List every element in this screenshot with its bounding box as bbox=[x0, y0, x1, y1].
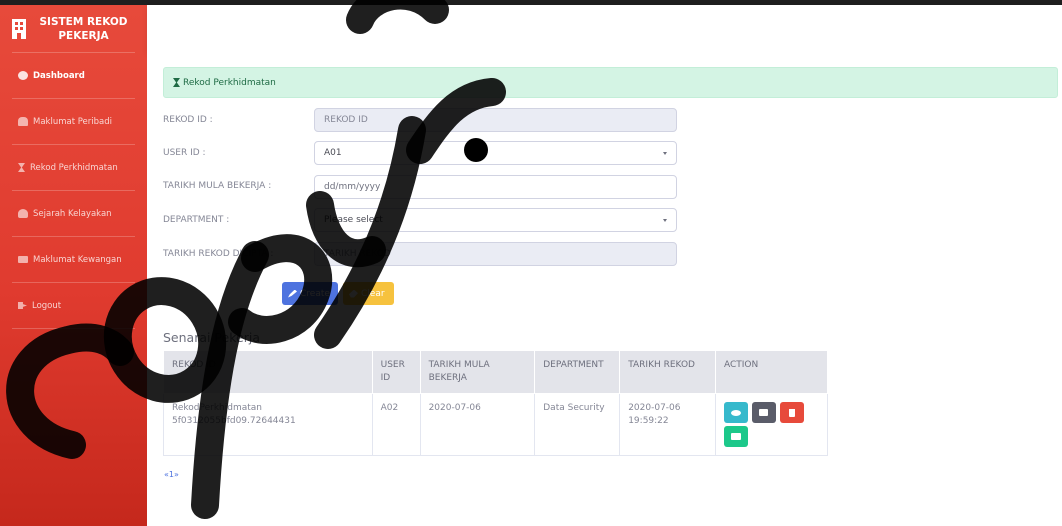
edit-button[interactable] bbox=[751, 402, 776, 423]
tarikh-rekod-placeholder: TARIKH REKOD bbox=[324, 249, 391, 259]
money-icon bbox=[18, 256, 28, 263]
column-header: TARIKH REKOD bbox=[619, 350, 716, 394]
rekod-id-input[interactable]: REKOD ID bbox=[314, 108, 677, 132]
edit-icon bbox=[759, 409, 769, 416]
print-icon bbox=[730, 433, 741, 440]
sidebar-item-label: Dashboard bbox=[33, 70, 85, 81]
rekod-id-label: REKOD ID : bbox=[163, 115, 213, 125]
table-row: RekodPerkhidmatan 5f0312055bfd09.7264443… bbox=[163, 393, 829, 456]
sidebar-item-logout[interactable]: Logout bbox=[0, 283, 147, 328]
sidebar-item-dashboard[interactable]: Dashboard bbox=[0, 53, 147, 98]
cell-rekod-id: RekodPerkhidmatan 5f0312055bfd09.7264443… bbox=[163, 393, 373, 456]
cell-tarikh-rekod: 2020-07-06 19:59:22 bbox=[619, 393, 716, 456]
user-id-value: A01 bbox=[324, 148, 342, 158]
hourglass-icon bbox=[173, 78, 180, 87]
sidebar-item-label: Sejarah Kelayakan bbox=[33, 208, 112, 219]
sidebar-item-maklumat-peribadi[interactable]: Maklumat Peribadi bbox=[0, 99, 147, 144]
sidebar-item-label: Rekod Perkhidmatan bbox=[30, 162, 118, 173]
user-id-select[interactable]: A01 bbox=[314, 141, 677, 165]
eye-icon bbox=[730, 409, 741, 416]
department-select[interactable]: Please select bbox=[314, 208, 677, 232]
rekod-id-placeholder: REKOD ID bbox=[324, 115, 368, 125]
user-id-label: USER ID : bbox=[163, 148, 206, 158]
sidebar-item-sejarah-kelayakan[interactable]: Sejarah Kelayakan bbox=[0, 191, 147, 236]
cell-action bbox=[714, 393, 829, 456]
department-value: Please select bbox=[324, 215, 383, 225]
employee-table: REKOD ID USER ID TARIKH MULA BEKERJA DEP… bbox=[163, 350, 829, 456]
chevron-down-icon bbox=[663, 219, 667, 222]
section-title: Senarai Pekerja bbox=[163, 330, 260, 345]
column-header: USER ID bbox=[371, 350, 421, 394]
sidebar-item-maklumat-kewangan[interactable]: Maklumat Kewangan bbox=[0, 237, 147, 282]
sidebar-item-label: Maklumat Kewangan bbox=[33, 254, 122, 265]
cell-department: Data Security bbox=[534, 393, 621, 456]
sidebar-item-label: Logout bbox=[32, 300, 62, 311]
tarikh-rekod-label: TARIKH REKOD DICIPTA : bbox=[163, 249, 274, 259]
print-button[interactable] bbox=[723, 426, 748, 447]
cell-user-id: A02 bbox=[371, 393, 421, 456]
trash-icon bbox=[788, 408, 795, 417]
sidebar: SISTEM REKOD PEKERJA Dashboard Maklumat … bbox=[0, 5, 147, 526]
sidebar-item-rekod-perkhidmatan[interactable]: Rekod Perkhidmatan bbox=[0, 145, 147, 190]
sidebar-item-label: Maklumat Peribadi bbox=[33, 116, 113, 127]
hourglass-icon bbox=[18, 163, 25, 172]
column-header: ACTION bbox=[714, 350, 829, 394]
user-icon bbox=[18, 209, 28, 218]
clear-label: Clear bbox=[361, 288, 385, 299]
sidebar-divider bbox=[12, 328, 135, 329]
brand-title: SISTEM REKOD PEKERJA bbox=[39, 15, 128, 42]
topbar bbox=[147, 5, 1062, 52]
tarikh-mula-placeholder: dd/mm/yyyy bbox=[324, 182, 381, 192]
dashboard-icon bbox=[18, 71, 28, 80]
table-header-row: REKOD ID USER ID TARIKH MULA BEKERJA DEP… bbox=[163, 350, 829, 394]
pen-icon bbox=[288, 289, 297, 298]
tarikh-rekod-input[interactable]: TARIKH REKOD bbox=[314, 242, 677, 266]
department-label: DEPARTMENT : bbox=[163, 215, 230, 225]
page-title-alert: Rekod Perkhidmatan bbox=[163, 67, 1058, 98]
eraser-icon bbox=[349, 289, 358, 298]
logout-icon bbox=[18, 302, 27, 309]
create-button[interactable]: Create bbox=[282, 282, 338, 305]
sidebar-brand[interactable]: SISTEM REKOD PEKERJA bbox=[0, 5, 147, 52]
delete-button[interactable] bbox=[779, 402, 804, 423]
pagination[interactable]: «1» bbox=[164, 470, 179, 479]
view-button[interactable] bbox=[723, 402, 748, 423]
column-header: DEPARTMENT bbox=[534, 350, 621, 394]
column-header: TARIKH MULA BEKERJA bbox=[419, 350, 536, 394]
cell-tarikh-mula: 2020-07-06 bbox=[419, 393, 536, 456]
users-icon bbox=[18, 117, 28, 126]
column-header: REKOD ID bbox=[163, 350, 373, 394]
tarikh-mula-input[interactable]: dd/mm/yyyy bbox=[314, 175, 677, 199]
building-icon bbox=[12, 18, 26, 39]
page-title: Rekod Perkhidmatan bbox=[183, 77, 276, 88]
chevron-down-icon bbox=[663, 152, 667, 155]
create-label: Create bbox=[300, 288, 330, 299]
tarikh-mula-label: TARIKH MULA BEKERJA : bbox=[163, 181, 272, 191]
action-buttons bbox=[723, 402, 814, 447]
clear-button[interactable]: Clear bbox=[343, 282, 394, 305]
